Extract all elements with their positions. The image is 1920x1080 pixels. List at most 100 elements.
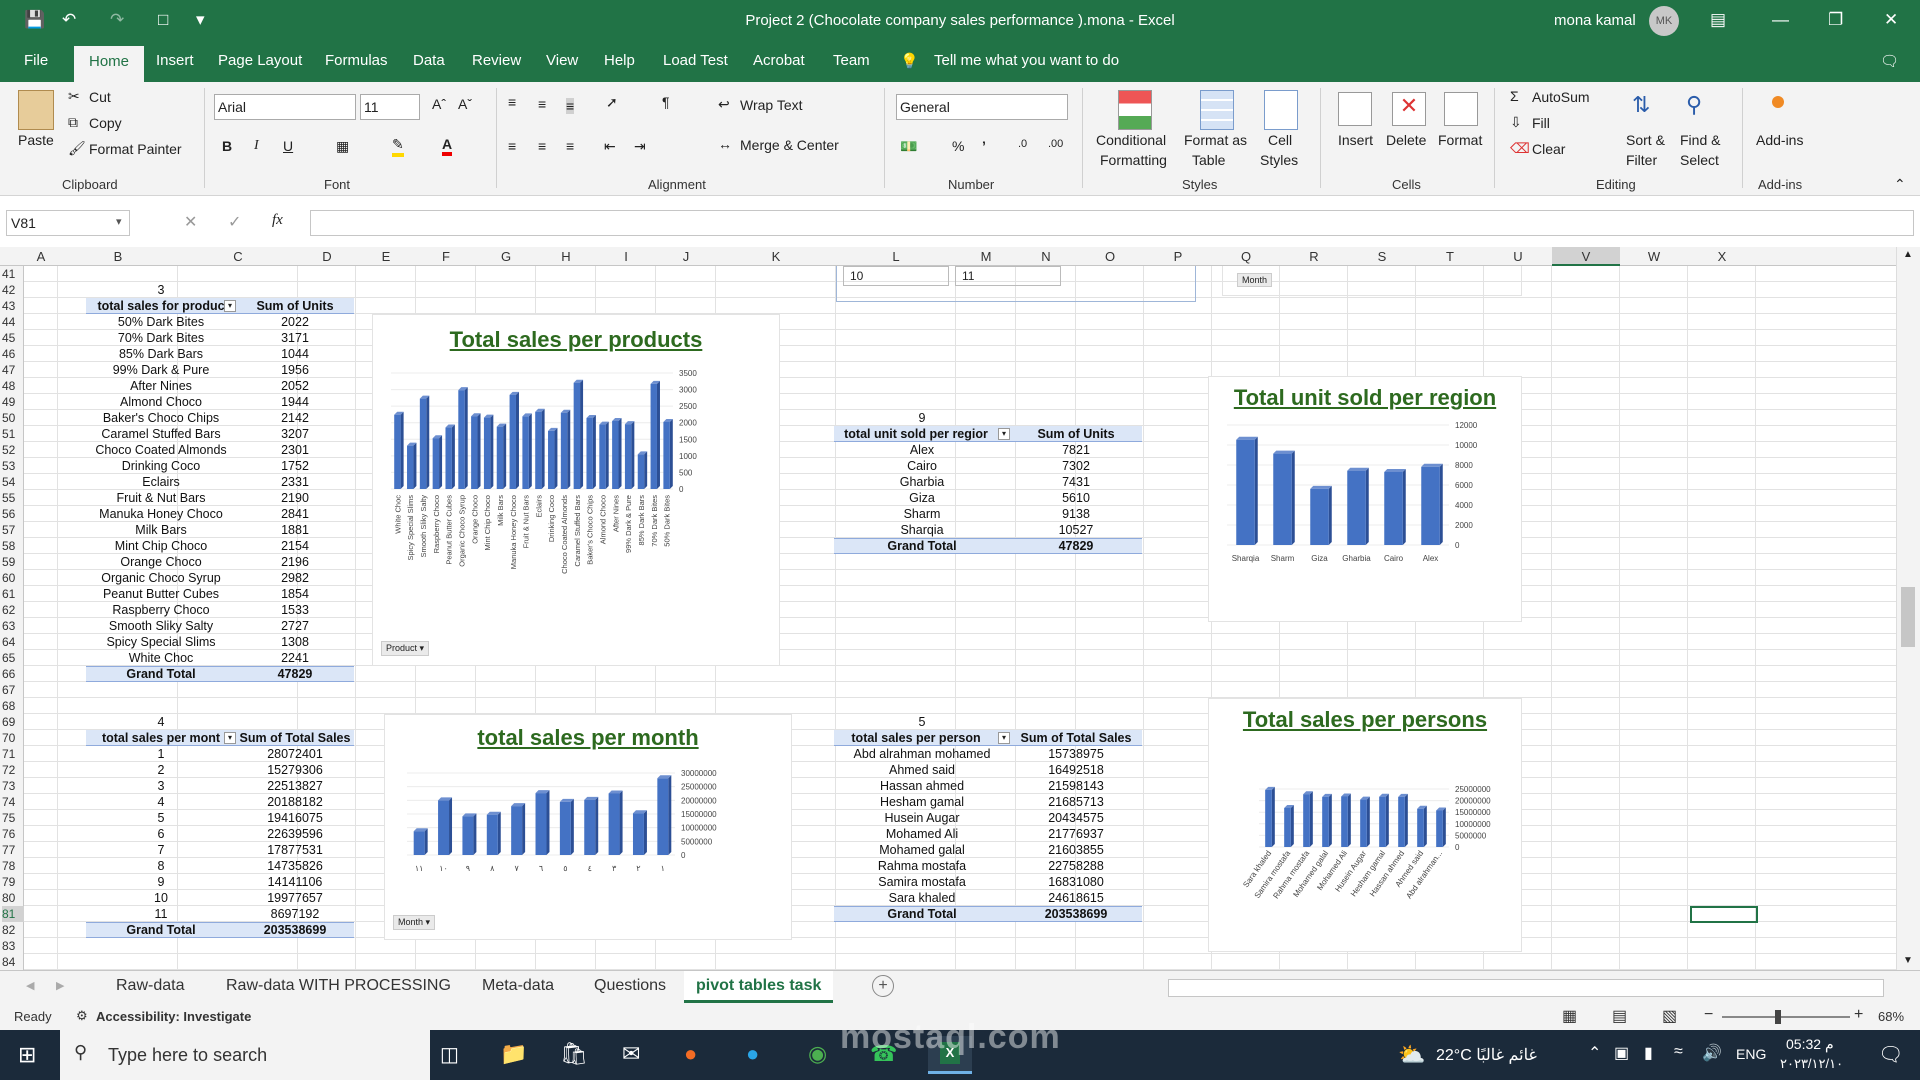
- month-filter-button[interactable]: Month: [1237, 273, 1273, 287]
- row-header-41[interactable]: 41: [2, 266, 15, 282]
- name-box-dropdown-icon[interactable]: ▾: [116, 215, 122, 228]
- filter-dropdown-icon[interactable]: ▾: [998, 428, 1010, 440]
- sort-filter-label[interactable]: Filter: [1626, 152, 1657, 168]
- row-header-84[interactable]: 84: [2, 954, 15, 970]
- conditional-formatting-label[interactable]: Formatting: [1100, 152, 1167, 168]
- row-header-63[interactable]: 63: [2, 618, 15, 634]
- copy-button[interactable]: Copy: [89, 115, 122, 131]
- row-header-82[interactable]: 82: [2, 922, 15, 938]
- font-size-select[interactable]: 11: [360, 94, 420, 120]
- ribbon-display-icon[interactable]: ▤: [1710, 10, 1726, 30]
- cut-icon[interactable]: ✂: [68, 88, 80, 105]
- copy-icon[interactable]: ⧉: [68, 114, 78, 131]
- sheet-tab-meta-data[interactable]: Meta-data: [482, 977, 554, 995]
- column-header-m[interactable]: M: [956, 249, 1016, 264]
- chart-sales-per-month[interactable]: total sales per month 30000000 25000000 20…: [384, 714, 792, 940]
- format-painter-icon[interactable]: 🖌: [68, 140, 86, 157]
- vertical-scrollbar[interactable]: ▲ ▼: [1896, 247, 1920, 970]
- delete-cells-icon[interactable]: ✕: [1392, 92, 1426, 126]
- chart-sales-per-product[interactable]: Total sales per products 3500 3000 2500 200…: [372, 314, 780, 666]
- tray-device-icon[interactable]: ▣: [1614, 1043, 1629, 1063]
- autosum-icon[interactable]: Σ: [1510, 88, 1519, 104]
- row-header-56[interactable]: 56: [2, 506, 15, 522]
- tab-help[interactable]: Help: [604, 52, 635, 69]
- new-sheet-icon[interactable]: +: [872, 975, 894, 997]
- clear-icon[interactable]: ⌫: [1510, 140, 1530, 157]
- clock-time[interactable]: 05:32 م: [1786, 1036, 1834, 1053]
- tab-file[interactable]: File: [24, 52, 48, 69]
- wifi-icon[interactable]: ≈: [1674, 1043, 1683, 1061]
- tell-me-search[interactable]: Tell me what you want to do: [934, 52, 1119, 69]
- sheet-tab-raw-data-processing[interactable]: Raw-data WITH PROCESSING: [226, 977, 451, 995]
- task-view-icon[interactable]: ◫: [440, 1042, 459, 1067]
- cell-styles-icon[interactable]: [1264, 90, 1298, 130]
- add-ins-icon[interactable]: [1772, 96, 1784, 108]
- column-header-t[interactable]: T: [1416, 249, 1484, 264]
- borders-icon[interactable]: ▦: [336, 138, 349, 155]
- scroll-thumb[interactable]: [1901, 587, 1915, 647]
- insert-cells-icon[interactable]: [1338, 92, 1372, 126]
- maximize-icon[interactable]: ❐: [1828, 10, 1843, 30]
- tab-insert[interactable]: Insert: [156, 52, 194, 69]
- sheet-tab-pivot-tables[interactable]: pivot tables task: [684, 971, 834, 1003]
- tab-formulas[interactable]: Formulas: [325, 52, 388, 69]
- row-header-49[interactable]: 49: [2, 394, 15, 410]
- column-header-o[interactable]: O: [1076, 249, 1144, 264]
- align-middle-icon[interactable]: ≡: [538, 96, 546, 112]
- row-header-57[interactable]: 57: [2, 522, 15, 538]
- orientation-icon[interactable]: ➚: [606, 94, 618, 111]
- wrap-text-button[interactable]: Wrap Text: [740, 97, 803, 113]
- row-header-61[interactable]: 61: [2, 586, 15, 602]
- tab-review[interactable]: Review: [472, 52, 521, 69]
- pivot-row-label-header[interactable]: total sales per mont: [86, 730, 236, 746]
- slicer-item[interactable]: 11: [955, 266, 1061, 286]
- pivot-months[interactable]: 4 total sales per mont ▾ Sum of Total Sa…: [86, 714, 354, 938]
- increase-indent-icon[interactable]: ⇥: [634, 138, 646, 155]
- row-header-67[interactable]: 67: [2, 682, 15, 698]
- row-header-48[interactable]: 48: [2, 378, 15, 394]
- row-header-54[interactable]: 54: [2, 474, 15, 490]
- user-name[interactable]: mona kamal: [1554, 12, 1636, 29]
- pivot-persons[interactable]: 5 total sales per person ▾ Sum of Total …: [834, 714, 1142, 922]
- name-box[interactable]: V81: [6, 210, 130, 236]
- row-header-44[interactable]: 44: [2, 314, 15, 330]
- align-center-icon[interactable]: ≡: [538, 138, 546, 154]
- worksheet-grid[interactable]: 10 11 Month 3 total sales for produc ▾ S…: [24, 266, 1896, 970]
- column-header-x[interactable]: X: [1688, 249, 1756, 264]
- row-header-65[interactable]: 65: [2, 650, 15, 666]
- cancel-entry-icon[interactable]: ✕: [184, 212, 197, 232]
- underline-icon[interactable]: U: [283, 138, 293, 154]
- conditional-formatting-icon[interactable]: [1118, 90, 1152, 130]
- align-bottom-icon[interactable]: ≡: [566, 98, 575, 114]
- font-color-icon[interactable]: A: [442, 136, 453, 156]
- windows-start-icon[interactable]: ⊞: [18, 1042, 36, 1068]
- page-layout-view-icon[interactable]: ▤: [1612, 1006, 1627, 1026]
- row-header-47[interactable]: 47: [2, 362, 15, 378]
- store-icon[interactable]: 🛍: [560, 1041, 588, 1067]
- formula-input[interactable]: [310, 210, 1914, 236]
- weather-text[interactable]: 22°C غائم غالبًا: [1436, 1045, 1537, 1065]
- column-header-l[interactable]: L: [836, 249, 956, 264]
- currency-icon[interactable]: 💵: [900, 138, 917, 155]
- format-cells-icon[interactable]: [1444, 92, 1478, 126]
- row-header-42[interactable]: 42: [2, 282, 15, 298]
- column-header-i[interactable]: I: [596, 249, 656, 264]
- slicer-item[interactable]: 10: [843, 266, 949, 286]
- insert-function-icon[interactable]: fx: [272, 212, 283, 229]
- format-as-table-icon[interactable]: [1200, 90, 1234, 130]
- row-header-71[interactable]: 71: [2, 746, 15, 762]
- zoom-out-icon[interactable]: −: [1704, 1006, 1713, 1024]
- row-header-62[interactable]: 62: [2, 602, 15, 618]
- zoom-level[interactable]: 68%: [1878, 1009, 1904, 1024]
- delete-cells-button[interactable]: Delete: [1386, 132, 1426, 148]
- find-select-icon[interactable]: ⚲: [1686, 92, 1702, 118]
- row-header-51[interactable]: 51: [2, 426, 15, 442]
- page-break-view-icon[interactable]: ▧: [1662, 1006, 1677, 1026]
- cell-styles-label[interactable]: Styles: [1260, 152, 1298, 168]
- format-as-table-label[interactable]: Table: [1192, 152, 1225, 168]
- volume-icon[interactable]: 🔊: [1702, 1043, 1722, 1063]
- comments-icon[interactable]: 🗨: [1880, 52, 1899, 70]
- row-header-60[interactable]: 60: [2, 570, 15, 586]
- paste-button[interactable]: Paste: [18, 132, 54, 148]
- merge-center-button[interactable]: Merge & Center: [740, 137, 839, 153]
